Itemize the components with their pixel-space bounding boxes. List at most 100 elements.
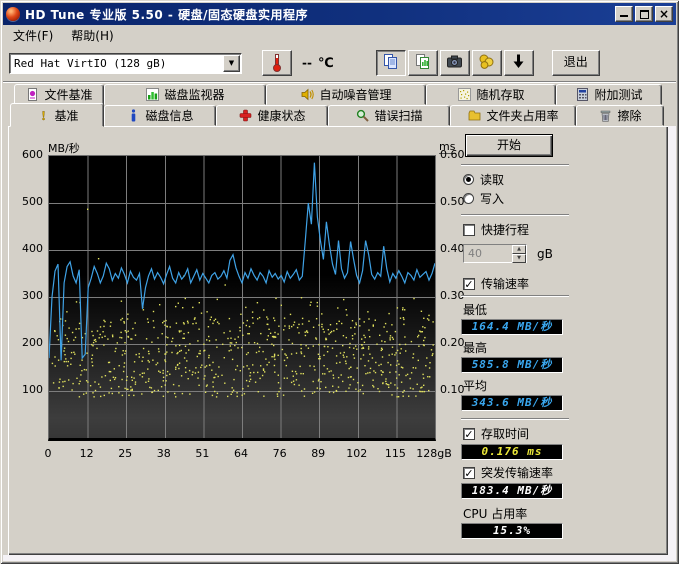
benchmark-icon: ! [35, 108, 49, 122]
minimize-button[interactable] [615, 6, 633, 22]
tab-附加测试[interactable]: 附加测试 [556, 84, 662, 105]
tab-文件夹占用率[interactable]: 文件夹占用率 [450, 105, 576, 126]
tab-label: 文件夹占用率 [486, 107, 558, 124]
tab-随机存取[interactable]: 随机存取 [426, 84, 556, 105]
toolbar-buttons [376, 50, 536, 76]
random-access-icon [457, 88, 471, 102]
axis-tick: 100 [9, 383, 43, 396]
app-icon [6, 7, 20, 21]
radio-icon [463, 193, 474, 204]
checkbox-icon [463, 224, 475, 236]
short-stroke-checkbox[interactable]: 快捷行程 [463, 221, 571, 238]
tab-label: 随机存取 [476, 86, 524, 103]
close-button[interactable]: × [655, 6, 673, 22]
spin-down-icon[interactable]: ▼ [512, 254, 526, 263]
extra-tests-icon [575, 88, 589, 102]
noise-management-icon [300, 88, 314, 102]
axis-tick: 38 [142, 447, 186, 460]
toolbar-separator [3, 81, 676, 83]
transfer-rate-checkbox[interactable]: ✓ 传输速率 [463, 275, 571, 292]
axis-tick: 400 [9, 242, 43, 255]
save-results-button[interactable] [472, 50, 502, 76]
camera-icon [446, 53, 463, 73]
axis-tick: 64 [219, 447, 263, 460]
plot-svg [49, 156, 435, 438]
export-button[interactable] [504, 50, 534, 76]
file-benchmark-icon [25, 88, 39, 102]
cpu-usage-label: CPU 占用率 [463, 505, 571, 522]
tab-磁盘信息[interactable]: 磁盘信息 [104, 105, 216, 126]
axis-tick: 500 [9, 195, 43, 208]
maximize-icon [640, 10, 649, 19]
disk-info-icon [126, 109, 140, 123]
write-radio[interactable]: 写入 [463, 190, 571, 207]
svg-text:!: ! [41, 109, 45, 122]
benchmark-chart: MB/秒 ms 6005004003002001000.600.500.400.… [8, 126, 458, 471]
tab-自动噪音管理[interactable]: 自动噪音管理 [266, 84, 426, 105]
min-value-lcd: 164.4 MB/秒 [461, 319, 563, 335]
avg-label: 平均 [463, 377, 571, 394]
screenshot-button[interactable] [440, 50, 470, 76]
tab-磁盘监视器[interactable]: 磁盘监视器 [104, 84, 266, 105]
tab-label: 文件基准 [44, 86, 92, 103]
axis-tick: 89 [296, 447, 340, 460]
temperature-value: -- [302, 56, 312, 70]
coins-icon [478, 53, 495, 73]
minimize-icon [620, 9, 628, 17]
disk-monitor-icon [145, 88, 159, 102]
menu-help[interactable]: 帮助(H) [62, 25, 122, 46]
tab-label: 磁盘信息 [145, 107, 193, 124]
radio-icon [463, 174, 474, 185]
health-icon [238, 109, 252, 123]
window-title: HD Tune 专业版 5.50 - 硬盘/固态硬盘实用程序 [25, 6, 613, 23]
burst-rate-checkbox[interactable]: ✓ 突发传输速率 [463, 464, 571, 481]
copy-text-button[interactable] [376, 50, 406, 76]
tab-label: 附加测试 [594, 86, 642, 103]
spin-up-icon[interactable]: ▲ [512, 245, 526, 254]
toolbar: Red Hat VirtIO (128 gB) ▼ -- ℃ 退出 [3, 46, 676, 80]
size-value: 40 [464, 245, 512, 262]
tab-row-primary: ! 基准 磁盘信息 健康状态 错误扫描 文件夹占用率 擦除 [10, 105, 664, 126]
start-button[interactable]: 开始 [465, 134, 553, 157]
drive-select[interactable]: Red Hat VirtIO (128 gB) ▼ [9, 53, 242, 74]
access-time-checkbox[interactable]: ✓ 存取时间 [463, 425, 571, 442]
axis-tick: 115 [373, 447, 417, 460]
axis-tick: 128gB [412, 447, 456, 460]
menu-bar: 文件(F) 帮助(H) [3, 25, 676, 46]
tab-错误扫描[interactable]: 错误扫描 [328, 105, 450, 126]
tab-row-secondary: 文件基准 磁盘监视器 自动噪音管理 随机存取 附加测试 [14, 84, 662, 105]
size-unit: gB [537, 247, 553, 261]
axis-tick: 102 [335, 447, 379, 460]
read-radio[interactable]: 读取 [463, 171, 571, 188]
avg-value-lcd: 343.6 MB/秒 [461, 395, 563, 411]
checkbox-icon: ✓ [463, 278, 475, 290]
tab-label: 磁盘监视器 [164, 86, 224, 103]
exit-button[interactable]: 退出 [552, 50, 600, 76]
tab-label: 基准 [54, 107, 78, 124]
download-arrow-icon [510, 53, 527, 73]
temperature-unit: ℃ [318, 56, 334, 71]
tab-擦除[interactable]: 擦除 [576, 105, 664, 126]
max-value-lcd: 585.8 MB/秒 [461, 357, 563, 373]
temperature-button[interactable] [262, 50, 292, 76]
tab-健康状态[interactable]: 健康状态 [216, 105, 328, 126]
tab-label: 健康状态 [257, 107, 305, 124]
chevron-down-icon[interactable]: ▼ [223, 55, 240, 72]
checkbox-icon: ✓ [463, 428, 475, 440]
maximize-button[interactable] [635, 6, 653, 22]
title-bar: HD Tune 专业版 5.50 - 硬盘/固态硬盘实用程序 × [3, 3, 676, 25]
tab-文件基准[interactable]: 文件基准 [14, 84, 104, 105]
copy-image-button[interactable] [408, 50, 438, 76]
menu-file[interactable]: 文件(F) [4, 25, 62, 46]
benchmark-page: MB/秒 ms 6005004003002001000.600.500.400.… [8, 126, 668, 555]
tab-label: 擦除 [617, 107, 641, 124]
axis-tick: 0 [26, 447, 70, 460]
size-stepper[interactable]: 40 ▲▼ [463, 244, 527, 263]
axis-tick: 300 [9, 289, 43, 302]
axis-tick: 600 [9, 148, 43, 161]
client-strip-right [668, 126, 676, 556]
tab-label: 错误扫描 [374, 107, 422, 124]
erase-icon [598, 109, 612, 123]
tab-基准[interactable]: ! 基准 [10, 103, 104, 127]
axis-tick: 51 [180, 447, 224, 460]
